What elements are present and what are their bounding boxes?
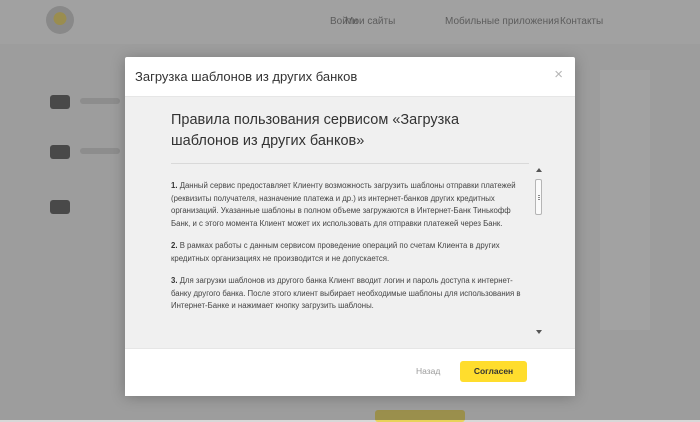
close-icon[interactable]: ×: [554, 67, 563, 82]
back-button[interactable]: Назад: [416, 366, 440, 376]
rule-number: 2.: [171, 241, 178, 250]
grip-line: [538, 199, 540, 200]
scroll-down-arrow-icon[interactable]: [536, 330, 542, 334]
grip-line: [538, 195, 540, 196]
rules-heading: Правила пользования сервисом «Загрузка ш…: [171, 112, 460, 149]
scroll-up-arrow-icon[interactable]: [536, 168, 542, 172]
rules-scroll-area[interactable]: 1. Данный сервис предоставляет Клиенту в…: [171, 164, 533, 338]
modal-header: Загрузка шаблонов из других банков ×: [125, 57, 575, 97]
modal-title: Загрузка шаблонов из других банков: [135, 69, 358, 84]
rules-text: 1. Данный сервис предоставляет Клиенту в…: [171, 180, 526, 323]
modal-body: Правила пользования сервисом «Загрузка ш…: [125, 97, 575, 348]
rule-number: 3.: [171, 276, 178, 285]
rule-paragraph: 2. В рамках работы с данным сервисом про…: [171, 240, 526, 265]
rule-paragraph: 3. Для загрузки шаблонов из другого банк…: [171, 275, 526, 313]
text-fade: [171, 316, 533, 338]
agree-button[interactable]: Согласен: [460, 361, 527, 382]
rule-text: Данный сервис предоставляет Клиенту возм…: [171, 181, 516, 228]
scrollbar[interactable]: [535, 167, 543, 335]
templates-import-modal: Загрузка шаблонов из других банков × Пра…: [125, 57, 575, 396]
modal-footer: Назад Согласен: [125, 348, 575, 396]
scrollbar-thumb[interactable]: [535, 179, 542, 215]
rule-text: В рамках работы с данным сервисом провед…: [171, 241, 500, 263]
rule-number: 1.: [171, 181, 178, 190]
grip-line: [538, 197, 540, 198]
rule-paragraph: 1. Данный сервис предоставляет Клиенту в…: [171, 180, 526, 230]
rule-text: Для загрузки шаблонов из другого банка К…: [171, 276, 521, 310]
